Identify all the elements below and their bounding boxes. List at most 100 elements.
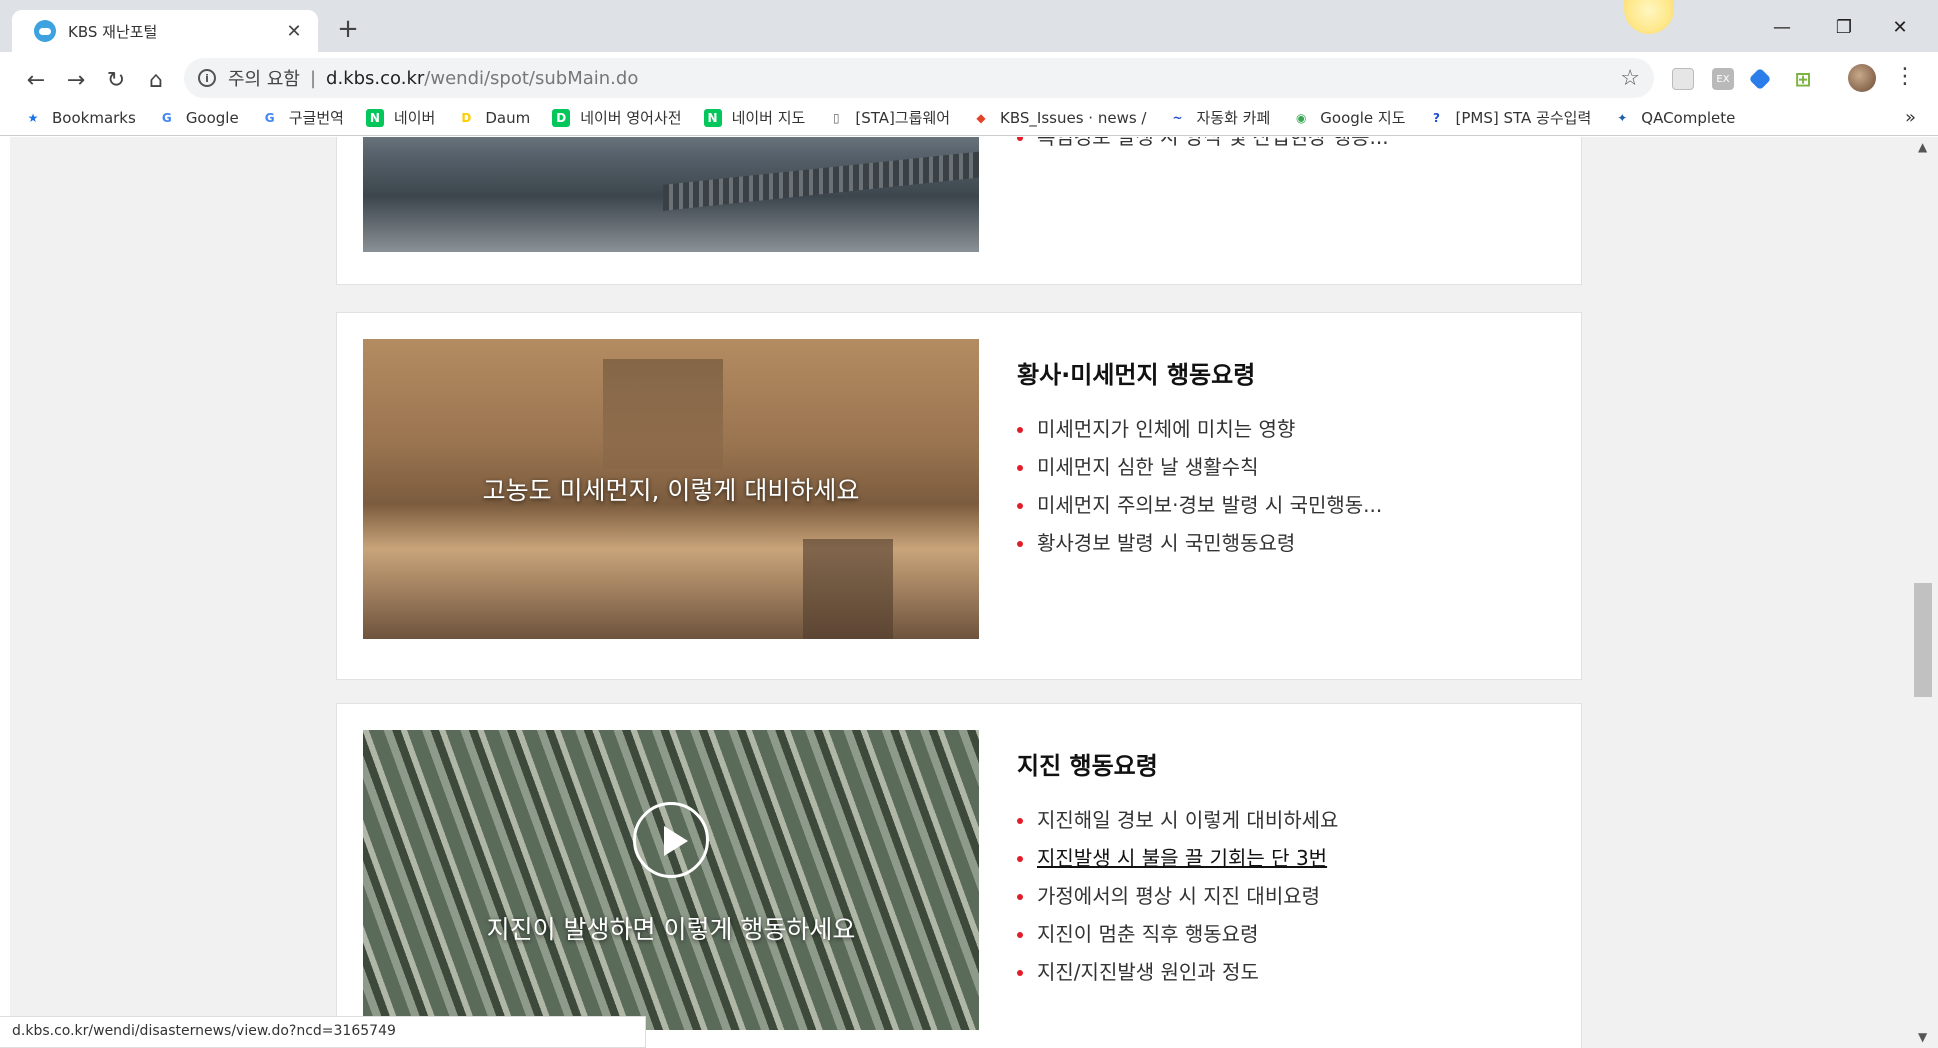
- address-bar[interactable]: i 주의 요함 | d.kbs.co.kr/wendi/spot/subMain…: [184, 58, 1654, 98]
- back-button[interactable]: ←: [18, 62, 54, 98]
- list-item[interactable]: 지진해일 경보 시 이렇게 대비하세요: [1017, 801, 1338, 839]
- bookmark-item[interactable]: ~ 자동화 카페: [1168, 107, 1270, 128]
- card-title[interactable]: 지진 행동요령: [1017, 746, 1338, 781]
- thumbnail-caption: 지진이 발생하면 이렇게 행동하세요: [486, 915, 856, 944]
- skyline-shape: [603, 359, 723, 469]
- kbs-favicon-icon: [34, 20, 56, 42]
- bookmark-label: Google: [185, 108, 239, 127]
- bookmark-label: [STA]그룹웨어: [855, 109, 951, 127]
- bookmark-item[interactable]: D 네이버 영어사전: [552, 107, 682, 128]
- bookmarks-more-button[interactable]: »: [1905, 107, 1916, 128]
- bookmark-item[interactable]: ◉ Google 지도: [1292, 107, 1406, 128]
- bookmark-item[interactable]: N 네이버 지도: [703, 107, 806, 128]
- naver-icon: N: [365, 108, 384, 127]
- list-link[interactable]: 지진해일 경보 시 이렇게 대비하세요: [1037, 808, 1338, 832]
- scroll-down-icon[interactable]: ▼: [1918, 1030, 1927, 1044]
- bookmark-label: Google 지도: [1320, 109, 1406, 127]
- cafe-icon: ~: [1172, 110, 1183, 125]
- bookmark-item[interactable]: ★ Bookmarks: [24, 109, 136, 127]
- translate-icon: G: [264, 110, 275, 125]
- bookmark-label: Daum: [485, 108, 531, 127]
- sun-decoration-icon: [1624, 0, 1674, 34]
- list-link[interactable]: 지진발생 시 불을 끌 기회는 단 3번: [1037, 846, 1327, 870]
- bookmark-item[interactable]: G 구글번역: [261, 107, 344, 128]
- tab-strip: KBS 재난포털 ✕ + — ❐ ✕: [0, 0, 1938, 52]
- bookmark-label: KBS_Issues · news /: [1000, 108, 1147, 127]
- url-host: d.kbs.co.kr: [326, 67, 425, 89]
- list-item[interactable]: 미세먼지가 인체에 미치는 영향: [1017, 410, 1382, 448]
- card-earthquake: 지진이 발생하면 이렇게 행동하세요 지진 행동요령 지진해일 경보 시 이렇게…: [336, 703, 1582, 1048]
- list-link[interactable]: 가정에서의 평상 시 지진 대비요령: [1037, 884, 1320, 908]
- gitlab-icon: ◆: [976, 110, 986, 125]
- info-icon[interactable]: i: [198, 69, 216, 87]
- list-link[interactable]: 황사경보 발령 시 국민행동요령: [1037, 531, 1295, 555]
- bookmark-item[interactable]: G Google: [158, 109, 239, 127]
- reload-button[interactable]: ↻: [98, 62, 134, 98]
- bookmark-label: 자동화 카페: [1196, 109, 1271, 127]
- dict-icon: D: [552, 108, 571, 127]
- list-item[interactable]: 지진이 멈춘 직후 행동요령: [1017, 915, 1338, 953]
- scroll-up-icon[interactable]: ▲: [1918, 140, 1927, 154]
- bookmark-item[interactable]: D Daum: [457, 109, 530, 127]
- list-link[interactable]: 미세먼지가 인체에 미치는 영향: [1037, 417, 1295, 441]
- bookmark-item[interactable]: ▯ [STA]그룹웨어: [827, 107, 950, 128]
- extension-ladder-icon[interactable]: ⊞: [1792, 67, 1814, 91]
- card-heatwave-list: 폭염경보 발생 시 양식 및 산업현장 행동...: [1017, 137, 1389, 156]
- bridge-shape: [663, 151, 979, 211]
- bookmark-label: 네이버 지도: [731, 109, 806, 127]
- google-icon: G: [161, 110, 172, 125]
- thumbnail-fine-dust-image[interactable]: 고농도 미세먼지, 이렇게 대비하세요: [363, 339, 979, 639]
- status-bar-url: d.kbs.co.kr/wendi/disasternews/view.do?n…: [0, 1016, 646, 1048]
- pms-icon: ?: [1433, 110, 1441, 125]
- bookmark-item[interactable]: ? [PMS] STA 공수입력: [1428, 107, 1592, 128]
- bookmark-label: QAComplete: [1641, 108, 1736, 127]
- list-item[interactable]: 가정에서의 평상 시 지진 대비요령: [1017, 877, 1338, 915]
- list-link[interactable]: 미세먼지 주의보·경보 발령 시 국민행동...: [1037, 493, 1382, 517]
- bookmark-item[interactable]: ✦ QAComplete: [1613, 109, 1735, 127]
- window-close-button[interactable]: ✕: [1872, 10, 1928, 44]
- bookmark-item[interactable]: N 네이버: [365, 107, 435, 128]
- bookmark-label: 구글번역: [288, 109, 344, 127]
- url-path: /wendi/spot/subMain.do: [424, 67, 639, 89]
- browser-tab[interactable]: KBS 재난포털 ✕: [12, 10, 318, 52]
- list-item[interactable]: 지진/지진발생 원인과 정도: [1017, 953, 1338, 991]
- thumbnail-river-image[interactable]: [363, 137, 979, 252]
- list-link[interactable]: 미세먼지 심한 날 생활수칙: [1037, 455, 1258, 479]
- profile-avatar[interactable]: [1848, 64, 1876, 92]
- menu-icon[interactable]: ⋮: [1894, 64, 1916, 89]
- card-title[interactable]: 황사·미세먼지 행동요령: [1017, 355, 1382, 390]
- naver-icon: N: [703, 108, 722, 127]
- extension-diamond-icon[interactable]: [1748, 67, 1772, 91]
- bookmark-item[interactable]: ◆ KBS_Issues · news /: [972, 109, 1146, 127]
- card-heatwave: 폭염경보 발생 시 양식 및 산업현장 행동...: [336, 137, 1582, 285]
- building-shape: [803, 539, 893, 639]
- tab-close-icon[interactable]: ✕: [282, 21, 306, 42]
- card-earthquake-list: 지진해일 경보 시 이렇게 대비하세요 지진발생 시 불을 끌 기회는 단 3번…: [1017, 801, 1338, 991]
- restore-button[interactable]: ❐: [1816, 10, 1872, 44]
- forward-button[interactable]: →: [58, 62, 94, 98]
- list-item[interactable]: 폭염경보 발생 시 양식 및 산업현장 행동...: [1017, 137, 1389, 156]
- thumbnail-earthquake-video[interactable]: 지진이 발생하면 이렇게 행동하세요: [363, 730, 979, 1030]
- daum-icon: D: [461, 110, 472, 125]
- bookmark-label: 네이버 영어사전: [580, 109, 682, 127]
- card-fine-dust-list: 미세먼지가 인체에 미치는 영향 미세먼지 심한 날 생활수칙 미세먼지 주의보…: [1017, 410, 1382, 562]
- minimize-button[interactable]: —: [1754, 10, 1810, 44]
- list-link[interactable]: 폭염경보 발생 시 양식 및 산업현장 행동...: [1037, 137, 1389, 149]
- list-item-hovered[interactable]: 지진발생 시 불을 끌 기회는 단 3번: [1017, 839, 1338, 877]
- security-label: 주의 요함: [228, 69, 300, 90]
- list-item[interactable]: 미세먼지 주의보·경보 발령 시 국민행동...: [1017, 486, 1382, 524]
- list-item[interactable]: 황사경보 발령 시 국민행동요령: [1017, 524, 1382, 562]
- bookmark-label: Bookmarks: [52, 108, 136, 127]
- play-icon[interactable]: [633, 802, 709, 878]
- extension-ex-icon[interactable]: EX: [1712, 68, 1734, 90]
- bookmark-label: [PMS] STA 공수입력: [1455, 109, 1592, 127]
- new-tab-button[interactable]: +: [334, 14, 362, 44]
- scrollbar-thumb[interactable]: [1914, 583, 1932, 697]
- list-item[interactable]: 미세먼지 심한 날 생활수칙: [1017, 448, 1382, 486]
- list-link[interactable]: 지진이 멈춘 직후 행동요령: [1037, 922, 1258, 946]
- list-link[interactable]: 지진/지진발생 원인과 정도: [1037, 960, 1259, 984]
- extension-card-icon[interactable]: [1672, 68, 1694, 90]
- page-viewport: 폭염경보 발생 시 양식 및 산업현장 행동... 고농도 미세먼지, 이렇게 …: [10, 137, 1912, 1048]
- home-button[interactable]: ⌂: [138, 62, 174, 98]
- bookmark-star-icon[interactable]: ☆: [1620, 66, 1640, 91]
